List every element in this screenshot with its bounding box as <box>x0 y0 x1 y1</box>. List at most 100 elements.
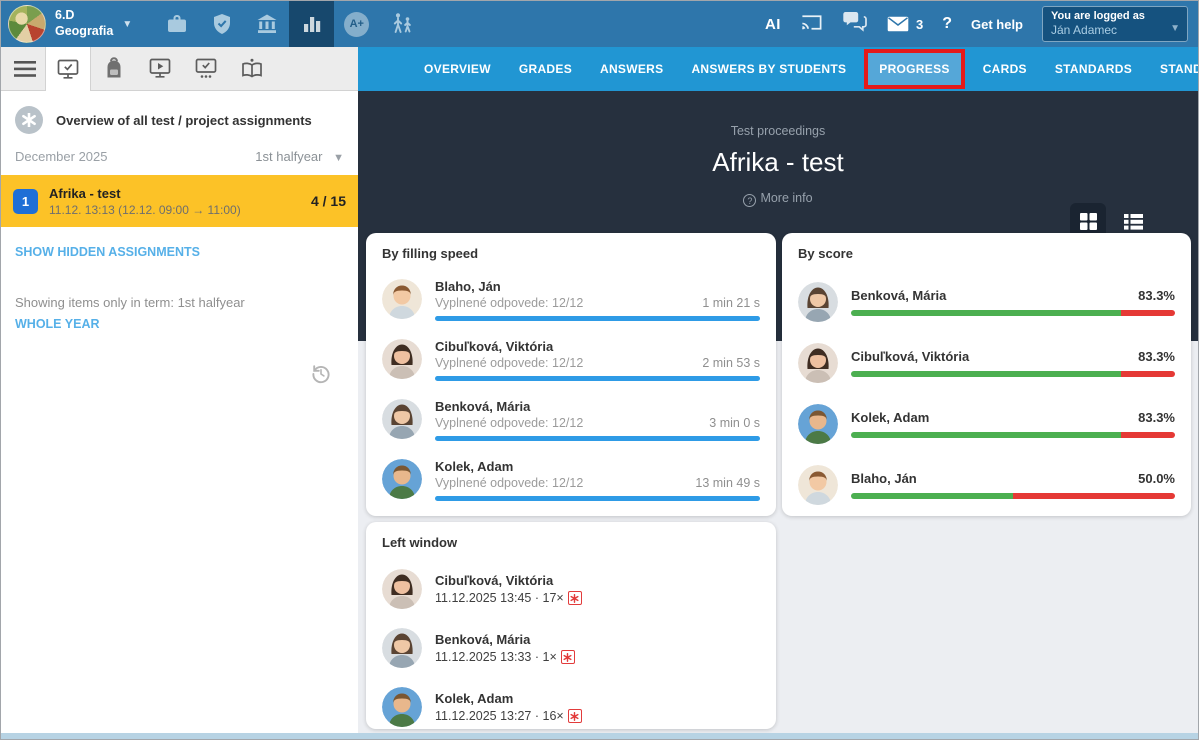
results-chart-icon[interactable] <box>289 1 334 47</box>
left-window-warning-icon <box>568 591 582 605</box>
tests-monitor-check-icon[interactable] <box>45 47 91 92</box>
answers-monitor-dots-icon[interactable] <box>183 47 229 90</box>
study-book-icon[interactable] <box>229 47 275 90</box>
student-name: Kolek, Adam <box>851 410 929 426</box>
student-name: Blaho, Ján <box>435 279 760 295</box>
assignment-progress-count: 4 / 15 <box>311 193 346 209</box>
presentation-play-icon[interactable] <box>137 47 183 90</box>
student-avatar <box>382 279 422 319</box>
logged-user-name: Ján Adamec <box>1051 23 1179 37</box>
student-name: Benková, Mária <box>435 632 760 648</box>
chat-bubbles-icon[interactable] <box>842 10 868 38</box>
tab-answers-by-students[interactable]: ANSWERS BY STUDENTS <box>677 62 860 76</box>
progress-bar <box>435 376 760 381</box>
shield-check-icon[interactable] <box>199 1 244 47</box>
panel-by-filling-speed: By filling speed Blaho, Ján Vyplnené odp… <box>366 233 776 516</box>
tab-standards[interactable]: STANDARDS <box>1041 62 1146 76</box>
student-name: Benková, Mária <box>851 288 946 304</box>
score-row[interactable]: Cibuľková, Viktória83.3% <box>798 343 1175 383</box>
term-selector[interactable]: 1st halfyear ▼ <box>255 149 344 164</box>
speed-row[interactable]: Benková, Mária Vyplnené odpovede: 12/123… <box>382 399 760 441</box>
assignment-schedule: 11.12. 13:13 (12.12. 09:00 → 11:00) <box>49 203 300 217</box>
history-icon[interactable] <box>310 363 332 390</box>
logged-as-label: You are logged as <box>1051 10 1179 22</box>
student-name: Kolek, Adam <box>435 691 760 707</box>
student-avatar <box>382 569 422 609</box>
left-window-detail: 11.12.2025 13:33 · 1× <box>435 650 557 664</box>
logged-user-selector[interactable]: You are logged as Ján Adamec ▼ <box>1042 6 1188 42</box>
answered-label: Vyplnené odpovede: 12/12 <box>435 415 583 431</box>
class-logo-avatar <box>8 5 46 43</box>
student-avatar <box>382 459 422 499</box>
tab-standards-2[interactable]: STANDARDS <box>1146 62 1198 76</box>
student-name: Kolek, Adam <box>435 459 760 475</box>
tab-grades[interactable]: GRADES <box>505 62 586 76</box>
envelope-icon <box>887 16 909 32</box>
student-name: Blaho, Ján <box>851 471 917 487</box>
tab-answers[interactable]: ANSWERS <box>586 62 677 76</box>
panel-title: Left window <box>382 535 760 550</box>
attendance-walkers-icon[interactable] <box>379 1 424 47</box>
score-row[interactable]: Blaho, Ján 50.0% <box>798 465 1175 505</box>
student-avatar <box>382 339 422 379</box>
cast-screen-icon[interactable] <box>800 11 823 38</box>
briefcase-icon[interactable] <box>154 1 199 47</box>
section-tabs: OVERVIEW GRADES ANSWERS ANSWERS BY STUDE… <box>358 47 1198 91</box>
fill-time: 2 min 53 s <box>702 355 760 371</box>
score-percent: 50.0% <box>1138 471 1175 486</box>
fill-time: 13 min 49 s <box>695 475 760 491</box>
student-avatar <box>798 404 838 444</box>
assignment-item-selected[interactable]: 1 Afrika - test 11.12. 13:13 (12.12. 09:… <box>1 175 358 227</box>
help-question-icon[interactable]: ? <box>942 15 952 33</box>
page-title: Afrika - test <box>358 147 1198 178</box>
student-avatar <box>382 687 422 727</box>
assignments-sidebar: Overview of all test / project assignmen… <box>1 91 358 733</box>
backpack-icon[interactable] <box>91 47 137 90</box>
hamburger-menu-icon[interactable] <box>5 47 45 90</box>
get-help-button[interactable]: Get help <box>971 17 1023 32</box>
panel-by-score: By score Benková, Mária83.3% Cibuľková, … <box>782 233 1191 516</box>
show-hidden-assignments-link[interactable]: SHOW HIDDEN ASSIGNMENTS <box>1 245 358 259</box>
left-window-warning-icon <box>561 650 575 664</box>
tab-progress[interactable]: PROGRESS <box>868 53 960 85</box>
whole-year-link[interactable]: WHOLE YEAR <box>1 317 358 331</box>
grid-icon <box>1079 212 1098 231</box>
chevron-down-icon: ▼ <box>122 19 132 30</box>
student-name: Benková, Mária <box>435 399 760 415</box>
term-filter-note: Showing items only in term: 1st halfyear <box>1 295 358 310</box>
left-window-row[interactable]: Benková, Mária 11.12.2025 13:33 · 1× <box>382 628 760 668</box>
ai-button[interactable]: AI <box>765 16 781 33</box>
module-toolbar <box>1 47 358 91</box>
tab-overview[interactable]: OVERVIEW <box>410 62 505 76</box>
messages-button[interactable]: 3 <box>887 16 923 32</box>
list-icon <box>1124 213 1143 230</box>
score-row[interactable]: Kolek, Adam 83.3% <box>798 404 1175 444</box>
left-window-row[interactable]: Kolek, Adam 11.12.2025 13:27 · 16× <box>382 687 760 727</box>
grading-a-plus-icon[interactable]: A+ <box>334 1 379 47</box>
bank-icon[interactable] <box>244 1 289 47</box>
panel-title: By score <box>798 246 1175 261</box>
student-avatar <box>798 282 838 322</box>
score-percent: 83.3% <box>1138 410 1175 425</box>
speed-row[interactable]: Kolek, Adam Vyplnené odpovede: 12/1213 m… <box>382 459 760 501</box>
score-row[interactable]: Benková, Mária83.3% <box>798 282 1175 322</box>
sidebar-title: Overview of all test / project assignmen… <box>56 113 312 128</box>
messages-count: 3 <box>916 17 923 32</box>
progress-bar <box>435 496 760 501</box>
student-avatar <box>798 343 838 383</box>
answered-label: Vyplnené odpovede: 12/12 <box>435 355 583 371</box>
score-bar <box>851 493 1175 499</box>
left-window-detail: 11.12.2025 13:27 · 16× <box>435 709 564 723</box>
left-window-row[interactable]: Cibuľková, Viktória 11.12.2025 13:45 · 1… <box>382 569 760 609</box>
chevron-down-icon: ▼ <box>333 152 344 164</box>
class-selector[interactable]: 6.D Geografia ▼ <box>1 5 132 43</box>
chevron-down-icon: ▼ <box>1170 23 1180 34</box>
progress-bar <box>435 436 760 441</box>
score-bar <box>851 310 1175 316</box>
speed-row[interactable]: Blaho, Ján Vyplnené odpovede: 12/121 min… <box>382 279 760 321</box>
tab-cards[interactable]: CARDS <box>969 62 1041 76</box>
speed-row[interactable]: Cibuľková, Viktória Vyplnené odpovede: 1… <box>382 339 760 381</box>
bottom-strip <box>1 733 1198 739</box>
main-content: Test proceedings Afrika - test ?More inf… <box>358 91 1198 733</box>
top-navbar: 6.D Geografia ▼ A+ AI <box>1 1 1198 47</box>
